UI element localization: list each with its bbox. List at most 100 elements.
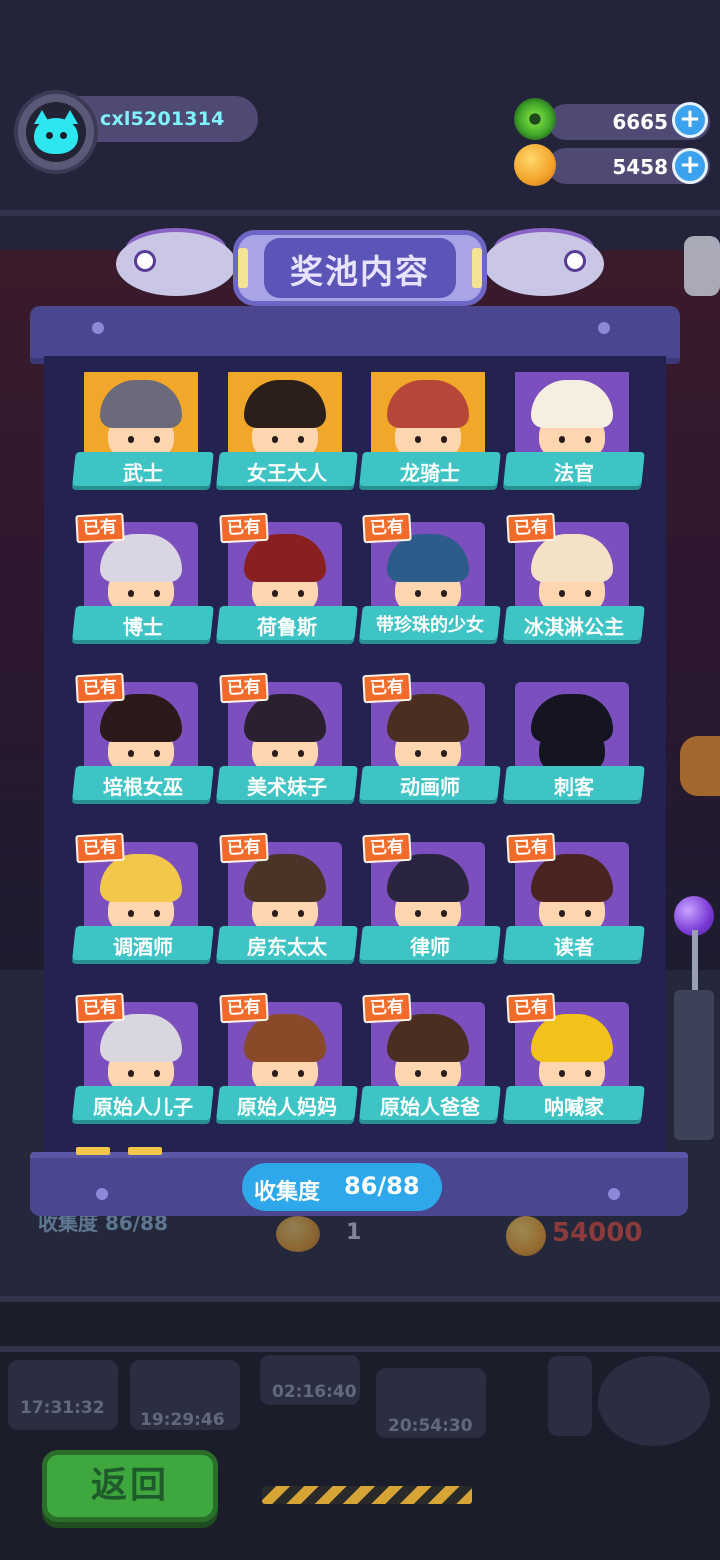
donut-amount: 6665	[612, 110, 668, 134]
character-card[interactable]: 带珍珠的少女 已有	[359, 512, 501, 648]
character-eye	[154, 590, 160, 597]
cat-eye	[46, 132, 53, 139]
character-eye	[298, 910, 304, 917]
character-eye	[128, 750, 134, 757]
background-portal	[598, 1356, 710, 1446]
character-card[interactable]: 冰淇淋公主 已有	[503, 512, 645, 648]
owned-badge: 已有	[362, 832, 412, 864]
character-hair	[531, 380, 613, 428]
character-name: 动画师	[400, 775, 460, 799]
title-cap	[238, 248, 248, 288]
add-donut-button[interactable]: +	[672, 102, 708, 138]
background-timer: 17:31:32	[20, 1398, 105, 1418]
background-gold-icon	[276, 1216, 320, 1252]
owned-badge: 已有	[506, 992, 556, 1024]
character-eye	[585, 590, 591, 597]
character-name: 武士	[123, 461, 163, 485]
character-name: 原始人爸爸	[380, 1095, 480, 1119]
rivet	[92, 322, 104, 334]
character-name: 律师	[410, 935, 450, 959]
back-button-label[interactable]: 返回	[42, 1456, 218, 1508]
character-card[interactable]: 呐喊家 已有	[503, 992, 645, 1128]
side-tab[interactable]	[684, 236, 720, 296]
character-card[interactable]: 房东太太 已有	[216, 832, 358, 968]
character-card[interactable]: 荷鲁斯 已有	[216, 512, 358, 648]
character-name: 法官	[554, 461, 594, 485]
character-eye	[154, 910, 160, 917]
background-coin-amount: 54000	[552, 1218, 643, 1248]
character-card[interactable]: 美术妹子 已有	[216, 672, 358, 808]
character-portrait	[84, 368, 198, 460]
background-timer: 20:54:30	[388, 1416, 473, 1436]
character-card[interactable]: 培根女巫 已有	[72, 672, 214, 808]
character-eye	[298, 1070, 304, 1077]
owned-badge: 已有	[219, 512, 269, 544]
character-name: 带珍珠的少女	[376, 615, 484, 636]
owned-badge: 已有	[362, 992, 412, 1024]
character-eye	[441, 1070, 447, 1077]
owned-badge: 已有	[506, 512, 556, 544]
collection-label: 收集度	[254, 1180, 321, 1205]
lever-base	[674, 990, 714, 1140]
avatar[interactable]	[14, 90, 98, 174]
character-card[interactable]: 原始人爸爸 已有	[359, 992, 501, 1128]
character-name: 呐喊家	[544, 1095, 604, 1119]
character-eye	[272, 590, 278, 597]
character-card[interactable]: 女王大人	[216, 368, 358, 494]
character-name: 美术妹子	[247, 775, 327, 799]
character-card[interactable]: 动画师 已有	[359, 672, 501, 808]
character-card[interactable]: 原始人儿子 已有	[72, 992, 214, 1128]
username: cxl5201314	[100, 108, 225, 130]
character-card[interactable]: 读者 已有	[503, 832, 645, 968]
background-divider	[0, 1346, 720, 1352]
character-eye	[298, 590, 304, 597]
character-portrait	[515, 368, 629, 460]
panel-title: 奖池内容	[290, 252, 430, 291]
owned-badge: 已有	[75, 512, 125, 544]
lever-rod	[692, 930, 698, 990]
character-eye	[415, 750, 421, 757]
character-name: 龙骑士	[400, 461, 460, 485]
character-card[interactable]: 龙骑士	[359, 368, 501, 494]
character-card[interactable]: 刺客	[503, 682, 645, 808]
character-eye	[415, 590, 421, 597]
character-name: 原始人妈妈	[237, 1095, 337, 1119]
character-eye	[272, 910, 278, 917]
character-card[interactable]: 法官	[503, 368, 645, 494]
background-coin-icon	[506, 1216, 546, 1256]
character-eye	[272, 1070, 278, 1077]
character-eye	[154, 1070, 160, 1077]
add-coin-button[interactable]: +	[672, 148, 708, 184]
fish-decoration-left	[116, 228, 236, 304]
rivet	[96, 1188, 108, 1200]
fish-eye	[134, 250, 156, 272]
character-eye	[272, 750, 278, 757]
character-card[interactable]: 武士	[72, 368, 214, 494]
rivet	[598, 322, 610, 334]
character-eye	[559, 910, 565, 917]
gacha-lever[interactable]	[674, 896, 714, 1150]
character-eye	[441, 436, 447, 443]
character-name: 培根女巫	[103, 775, 183, 799]
character-eye	[415, 436, 421, 443]
background-orange-blob	[680, 736, 720, 796]
character-eye	[128, 436, 134, 443]
character-eye	[415, 1070, 421, 1077]
character-card[interactable]: 原始人妈妈 已有	[216, 992, 358, 1128]
background-count: 1	[346, 1220, 362, 1245]
character-card[interactable]: 调酒师 已有	[72, 832, 214, 968]
background-timer: 02:16:40	[272, 1382, 357, 1402]
character-name: 房东太太	[247, 935, 327, 959]
character-name: 荷鲁斯	[257, 615, 317, 639]
character-name: 调酒师	[113, 935, 173, 959]
character-eye	[272, 436, 278, 443]
character-eye	[441, 750, 447, 757]
owned-badge: 已有	[362, 512, 412, 544]
hazard-stripe	[262, 1486, 472, 1504]
character-card[interactable]: 博士 已有	[72, 512, 214, 648]
rivet	[608, 1188, 620, 1200]
cat-head	[34, 118, 78, 154]
character-hair	[100, 380, 182, 428]
character-name: 冰淇淋公主	[524, 615, 624, 639]
character-card[interactable]: 律师 已有	[359, 832, 501, 968]
